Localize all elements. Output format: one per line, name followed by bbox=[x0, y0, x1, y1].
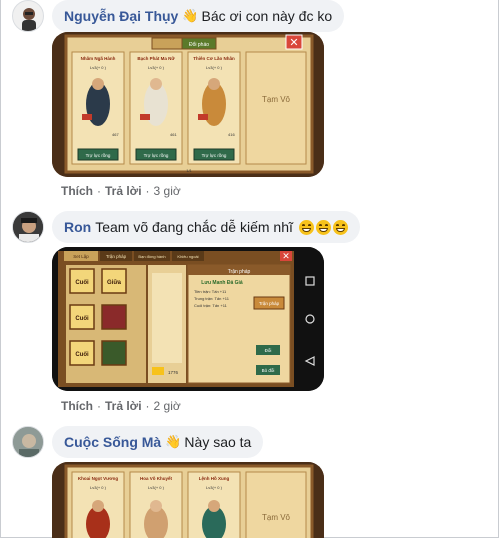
formation-stat: Tiền trận: Tấn +11 bbox=[194, 289, 227, 294]
slot-label: Giữa bbox=[107, 280, 122, 286]
hero-card: Khoai Ngọt Vương Lv3(+ 0 ) bbox=[71, 471, 125, 538]
comment-actions: Thích · Trả lời · 3 giờ bbox=[61, 184, 181, 198]
hero-power: 416 bbox=[228, 132, 235, 137]
empty-slot-label: Tạm Vô bbox=[262, 513, 291, 522]
game-tab: Khiêu ngoài bbox=[177, 254, 198, 259]
game-tab: Set Lập bbox=[73, 254, 89, 259]
support-button: Trợ lực rồng bbox=[144, 153, 169, 158]
comment-author[interactable]: Cuộc Sống Mà bbox=[64, 434, 161, 450]
hero-name: Bạch Phát Ma Nữ bbox=[137, 56, 175, 61]
game-tab: Trận pháp bbox=[106, 254, 127, 259]
comment-bubble: Cuộc Sống Mà 👋 Này sao ta bbox=[52, 426, 264, 458]
hero-level: Lv3(+ 0 ) bbox=[148, 485, 165, 490]
close-icon: ✕ bbox=[282, 251, 290, 261]
panel-title: Trận pháp bbox=[228, 269, 251, 275]
avatar[interactable] bbox=[12, 426, 44, 458]
close-icon: ✕ bbox=[289, 37, 298, 49]
hero-name: Khoai Ngọt Vương bbox=[78, 476, 118, 481]
comment-text: Này sao ta bbox=[184, 434, 252, 450]
hero-level: Lv3(+ 0 ) bbox=[90, 65, 107, 70]
change-formation-button: Trận pháp bbox=[259, 301, 280, 306]
timestamp[interactable]: 3 giờ bbox=[154, 184, 181, 198]
waving-hand-icon: 👋 bbox=[165, 434, 182, 449]
waving-hand-icon: 👋 bbox=[182, 8, 199, 23]
slot-label: Cuối bbox=[75, 315, 89, 322]
support-button: Trợ lực rồng bbox=[202, 153, 227, 158]
hero-level: Lv3(+ 0 ) bbox=[148, 65, 165, 70]
hero-level: Lv3(+ 0 ) bbox=[90, 485, 107, 490]
hero-name: Lệnh Hồ Xung bbox=[199, 476, 230, 481]
grinning-face-icon bbox=[298, 219, 314, 235]
swap-button: Đổi bbox=[265, 347, 272, 353]
like-link[interactable]: Thích bbox=[61, 184, 93, 198]
grinning-face-icon bbox=[332, 219, 348, 235]
comment-text: Bác ơi con này đc ko bbox=[201, 8, 333, 24]
comment-bubble: Nguyễn Đại Thụy 👋 Bác ơi con này đc ko bbox=[52, 0, 345, 32]
game-tab: Đổi pháo bbox=[189, 41, 209, 48]
like-link[interactable]: Thích bbox=[61, 399, 93, 413]
grinning-face-icon bbox=[315, 219, 331, 235]
page-indicator: 1/1 bbox=[186, 168, 192, 173]
hero-card: Bạch Phát Ma Nữ Lv3(+ 0 ) 461 Trợ lực rồ… bbox=[129, 51, 183, 165]
comment-actions: Thích · Trả lời · 2 giờ bbox=[61, 399, 181, 413]
comment-author[interactable]: Nguyễn Đại Thụy bbox=[64, 8, 178, 24]
hero-power: 467 bbox=[112, 132, 119, 137]
remove-button: Bỏ đổi bbox=[262, 367, 275, 373]
comment-image[interactable]: Đổi pháo ✕ Nhâm Ngã Hành Lv3(+ 0 ) 467 T… bbox=[52, 32, 324, 177]
reply-link[interactable]: Trả lời bbox=[105, 399, 142, 413]
timestamp[interactable]: 2 giờ bbox=[154, 399, 181, 413]
game-tab: Bạn đồng hành bbox=[138, 254, 165, 259]
hero-level: Lv3(+ 0 ) bbox=[206, 485, 223, 490]
hero-card: Thiên Cơ Lão Nhân Lv3(+ 0 ) 416 Trợ lực … bbox=[187, 51, 241, 165]
comment-bubble: Ron Team võ đang chắc dễ kiếm nhĩ bbox=[52, 211, 360, 243]
formation-name: Lưu Manh Đả Giả bbox=[201, 280, 243, 286]
comment-image[interactable]: Set Lập Trận pháp Bạn đồng hành Khiêu ng… bbox=[52, 247, 324, 391]
empty-slot-label: Tạm Vô bbox=[262, 95, 291, 104]
hero-level: Lv3(+ 0 ) bbox=[206, 65, 223, 70]
reply-link[interactable]: Trả lời bbox=[105, 184, 142, 198]
hero-power: 461 bbox=[170, 132, 177, 137]
slot-label: Cuối bbox=[75, 351, 89, 358]
hero-card: Nhâm Ngã Hành Lv3(+ 0 ) 467 Trợ lực rồng bbox=[71, 51, 125, 165]
gold-count: 1776 bbox=[168, 370, 179, 375]
slot-label: Cuối bbox=[75, 279, 89, 286]
comment-image[interactable]: Khoai Ngọt Vương Lv3(+ 0 ) Hoa Vô Khuyết… bbox=[52, 462, 324, 538]
hero-name: Thiên Cơ Lão Nhân bbox=[193, 56, 235, 61]
formation-stat: Cuối trận: Tấn +11 bbox=[194, 303, 228, 308]
formation-stat: Trung trận: Tấn +11 bbox=[194, 296, 230, 301]
avatar[interactable] bbox=[12, 211, 44, 243]
comment-author[interactable]: Ron bbox=[64, 219, 91, 235]
hero-name: Nhâm Ngã Hành bbox=[81, 56, 116, 61]
hero-card: Hoa Vô Khuyết Lv3(+ 0 ) bbox=[129, 471, 183, 538]
avatar[interactable] bbox=[12, 0, 44, 32]
support-button: Trợ lực rồng bbox=[86, 153, 111, 158]
comment-text: Team võ đang chắc dễ kiếm nhĩ bbox=[95, 219, 293, 235]
hero-card: Lệnh Hồ Xung Lv3(+ 0 ) bbox=[187, 471, 241, 538]
hero-name: Hoa Vô Khuyết bbox=[140, 475, 173, 481]
